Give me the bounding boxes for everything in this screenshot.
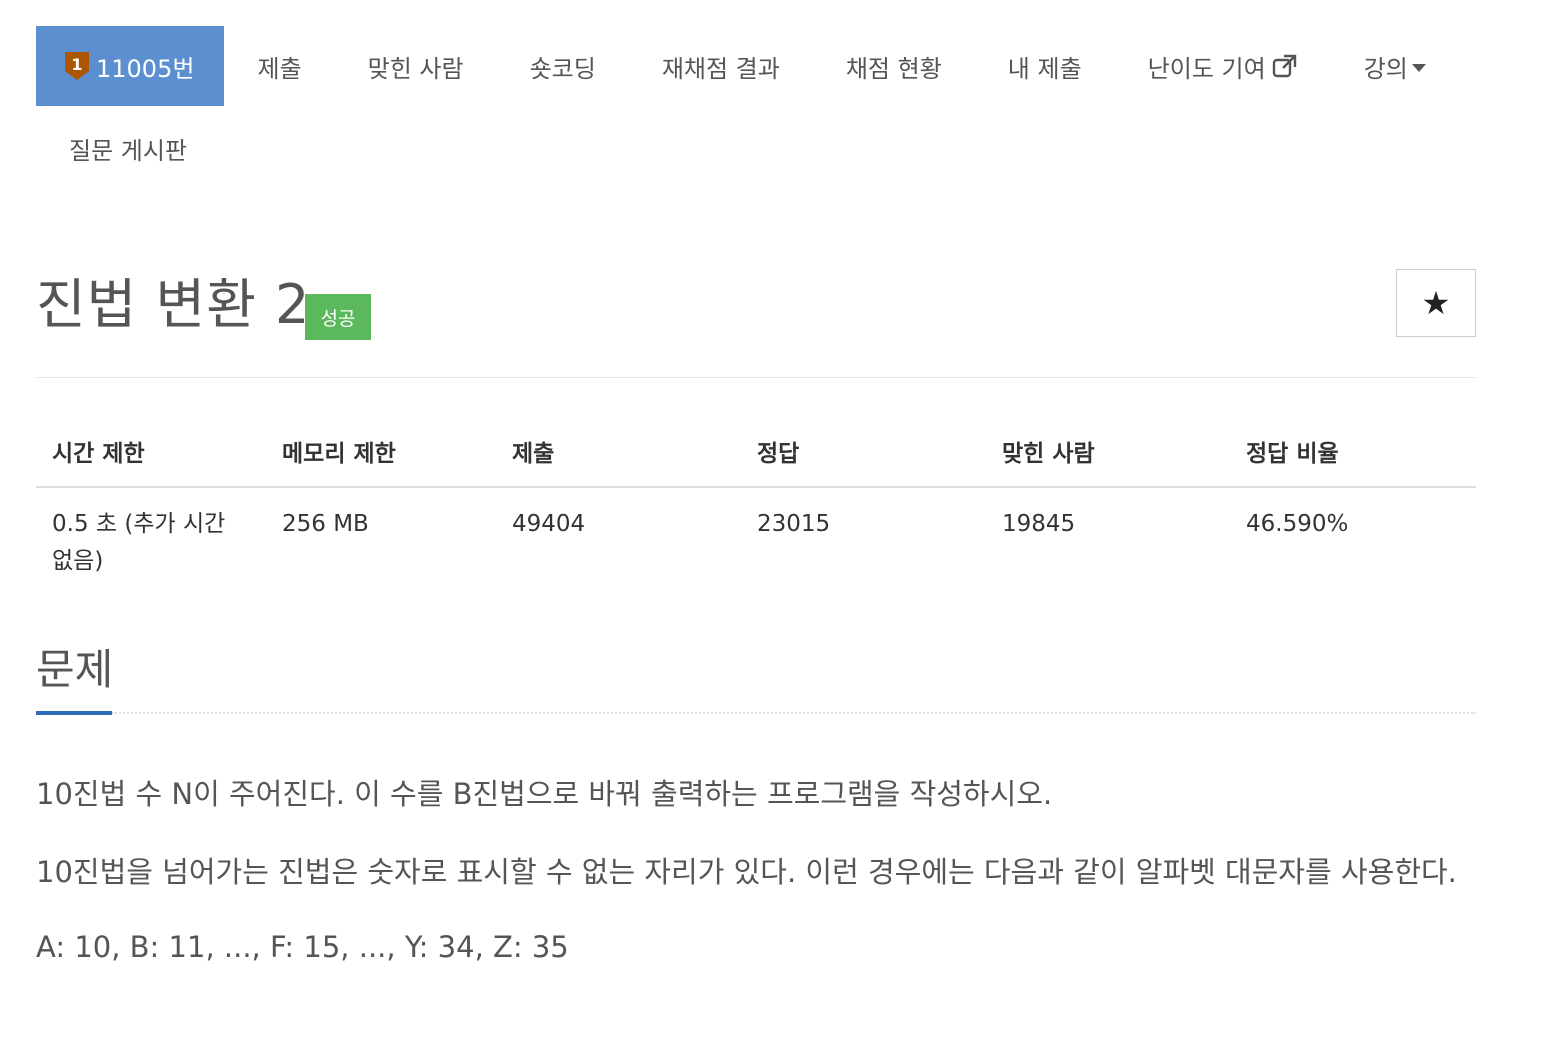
nav-short-coding[interactable]: 숏코딩 — [497, 26, 629, 106]
status-badge: 성공 — [305, 294, 371, 340]
nav-submit[interactable]: 제출 — [224, 26, 334, 106]
star-icon: ★ — [1421, 284, 1451, 322]
cell-solved-users: 19845 — [1002, 511, 1076, 537]
nav-problem-number[interactable]: 1 11005번 — [36, 26, 225, 106]
title-divider — [36, 377, 1476, 378]
header-accepted: 정답 — [741, 420, 986, 488]
nav-difficulty-contribution[interactable]: 난이도 기여 — [1115, 26, 1331, 106]
header-solved-users: 맞힌 사람 — [986, 420, 1230, 488]
nav-judge-status[interactable]: 채점 현황 — [813, 26, 975, 106]
nav-question-board-label: 질문 게시판 — [69, 136, 188, 165]
nav-submit-label: 제출 — [257, 54, 302, 83]
external-link-svg — [1272, 54, 1296, 78]
problem-nav-row-2: 질문 게시판 — [36, 106, 1476, 190]
section-title-underline — [36, 711, 112, 715]
problem-title-bar: 진법 변환 2 성공 ★ — [36, 269, 1476, 340]
cell-time-limit: 0.5 초 (추가 시간 없음) — [52, 511, 226, 574]
problem-section-header: 문제 — [36, 640, 1476, 716]
nav-solved-users[interactable]: 맞힌 사람 — [335, 26, 497, 106]
cell-accepted: 23015 — [757, 511, 831, 537]
nav-rejudge-results-label: 재채점 결과 — [661, 54, 780, 83]
nav-difficulty-contribution-label: 난이도 기여 — [1147, 54, 1266, 83]
info-table-row: 0.5 초 (추가 시간 없음) 256 MB 49404 23015 1984… — [36, 487, 1476, 588]
nav-lectures-dropdown[interactable]: 강의 — [1331, 26, 1459, 106]
description-paragraph-3: A: 10, B: 11, ..., F: 15, ..., Y: 34, Z:… — [36, 930, 569, 964]
description-paragraph-2: 10진법을 넘어가는 진법은 숫자로 표시할 수 없는 자리가 있다. 이런 경… — [36, 855, 1457, 889]
section-title: 문제 — [36, 645, 114, 694]
problem-number-label: 11005번 — [96, 54, 195, 83]
header-memory-limit: 메모리 제한 — [266, 420, 496, 488]
cell-accept-ratio: 46.590% — [1246, 511, 1349, 537]
nav-lectures-label: 강의 — [1363, 54, 1408, 83]
problem-nav: 1 11005번 제출 맞힌 사람 숏코딩 재채점 결과 채점 현황 내 제출 … — [36, 26, 1476, 190]
section-dotted-divider — [112, 712, 1476, 714]
cell-submissions: 49404 — [512, 511, 586, 537]
nav-rejudge-results[interactable]: 재채점 결과 — [629, 26, 813, 106]
tier-badge-svg: 1 — [65, 52, 89, 80]
problem-nav-row-1: 1 11005번 제출 맞힌 사람 숏코딩 재채점 결과 채점 현황 내 제출 … — [36, 26, 1476, 106]
problem-description: 10진법 수 N이 주어진다. 이 수를 B진법으로 바꿔 출력하는 프로그램을… — [36, 762, 1476, 996]
description-paragraph-1: 10진법 수 N이 주어진다. 이 수를 B진법으로 바꿔 출력하는 프로그램을… — [36, 777, 1053, 811]
tier-badge-icon: 1 — [64, 51, 90, 81]
nav-solved-users-label: 맞힌 사람 — [367, 54, 464, 83]
cell-memory-limit: 256 MB — [282, 511, 369, 537]
info-table-header-row: 시간 제한 메모리 제한 제출 정답 맞힌 사람 정답 비율 — [36, 420, 1476, 488]
caret-down-icon — [1411, 64, 1426, 72]
nav-my-submissions-label: 내 제출 — [1007, 54, 1082, 83]
nav-my-submissions[interactable]: 내 제출 — [975, 26, 1115, 106]
header-time-limit: 시간 제한 — [36, 420, 266, 488]
header-submissions: 제출 — [496, 420, 741, 488]
external-link-icon — [1272, 53, 1298, 79]
nav-judge-status-label: 채점 현황 — [845, 54, 942, 83]
nav-short-coding-label: 숏코딩 — [529, 54, 596, 83]
tier-number: 1 — [71, 55, 82, 74]
problem-info-table: 시간 제한 메모리 제한 제출 정답 맞힌 사람 정답 비율 0.5 초 (추가… — [36, 420, 1476, 588]
header-accept-ratio: 정답 비율 — [1230, 420, 1476, 488]
nav-question-board[interactable]: 질문 게시판 — [36, 108, 220, 188]
page-title: 진법 변환 2 — [36, 273, 311, 336]
favorite-star-button[interactable]: ★ — [1396, 269, 1476, 337]
